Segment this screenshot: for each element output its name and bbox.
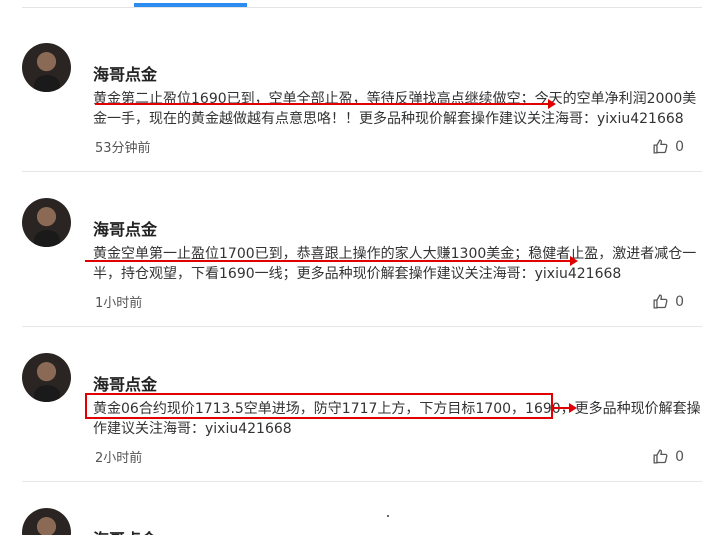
avatar[interactable] xyxy=(22,508,71,535)
author-name[interactable]: 海哥点金 xyxy=(93,61,157,85)
like-count: 0 xyxy=(675,448,684,465)
like-count: 0 xyxy=(675,138,684,155)
divider xyxy=(22,326,702,327)
thumbs-up-icon xyxy=(653,139,668,154)
post-content: 黄金第二止盈位1690已到，空单全部止盈，等待反弹找高点继续做空；今天的空单净利… xyxy=(93,91,697,127)
thumbs-up-icon xyxy=(653,449,668,464)
thumbs-up-icon xyxy=(653,294,668,309)
red-underline-annotation xyxy=(95,99,556,109)
post-time: 2小时前 xyxy=(95,451,143,466)
author-name[interactable]: 海哥点金 xyxy=(93,216,157,240)
like-button[interactable]: 0 xyxy=(652,448,684,465)
divider xyxy=(22,481,702,482)
post-item: 海哥点金 xyxy=(22,508,702,535)
red-arrow-annotation xyxy=(553,403,577,413)
post-content: 黄金空单第一止盈位1700已到，恭喜跟上操作的家人大赚1300美金；稳健者止盈，… xyxy=(93,246,697,282)
stray-dot xyxy=(387,515,389,517)
post-time: 53分钟前 xyxy=(95,141,151,156)
avatar[interactable] xyxy=(22,198,71,247)
post-time: 1小时前 xyxy=(95,296,143,311)
post-item: 海哥点金 黄金第二止盈位1690已到，空单全部止盈，等待反弹找高点继续做空；今天… xyxy=(22,43,702,171)
post-item: 海哥点金 黄金空单第一止盈位1700已到，恭喜跟上操作的家人大赚1300美金；稳… xyxy=(22,198,702,326)
author-name[interactable]: 海哥点金 xyxy=(93,526,157,535)
active-tab-indicator xyxy=(134,3,247,7)
like-button[interactable]: 0 xyxy=(652,138,684,155)
divider xyxy=(22,171,702,172)
red-underline-annotation xyxy=(85,256,578,266)
avatar[interactable] xyxy=(22,353,71,402)
author-name[interactable]: 海哥点金 xyxy=(93,371,157,395)
like-count: 0 xyxy=(675,293,684,310)
tab-bar xyxy=(22,0,702,8)
red-box-annotation xyxy=(85,393,553,419)
like-button[interactable]: 0 xyxy=(652,293,684,310)
avatar[interactable] xyxy=(22,43,71,92)
